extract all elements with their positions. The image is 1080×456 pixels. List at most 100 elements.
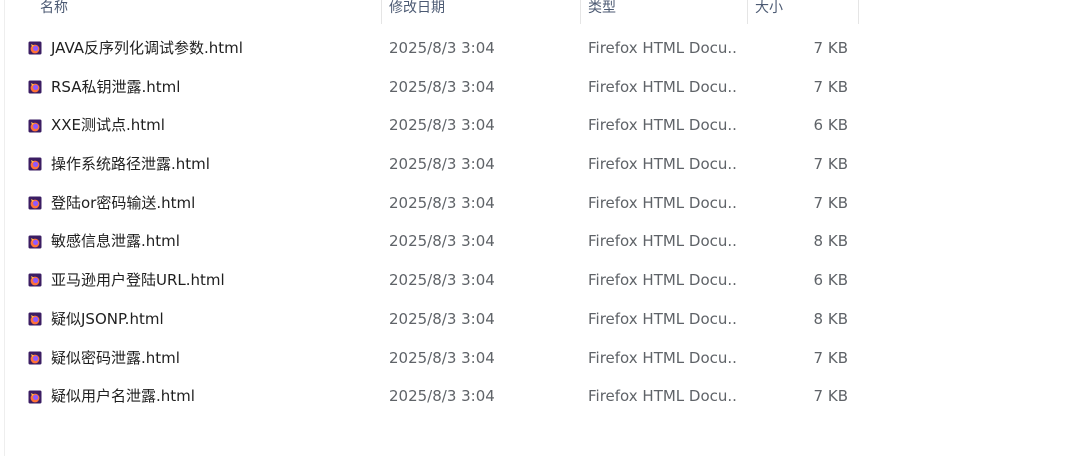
file-size-label: 7 KB (813, 193, 848, 212)
file-type-cell: Firefox HTML Docu... (588, 339, 738, 378)
file-name-cell: 疑似密码泄露.html (28, 339, 368, 378)
file-date-cell: 2025/8/3 3:04 (389, 300, 569, 339)
file-date-cell: 2025/8/3 3:04 (389, 184, 569, 223)
file-name-label: 疑似用户名泄露.html (51, 387, 195, 406)
file-date-label: 2025/8/3 3:04 (389, 193, 495, 212)
file-row[interactable]: 疑似JSONP.html 2025/8/3 3:04 Firefox HTML … (0, 300, 860, 339)
column-header-date-label: 修改日期 (389, 0, 445, 16)
file-date-label: 2025/8/3 3:04 (389, 387, 495, 406)
file-size-cell: 7 KB (760, 68, 848, 107)
file-date-cell: 2025/8/3 3:04 (389, 339, 569, 378)
file-type-label: Firefox HTML Docu... (588, 348, 738, 367)
file-name-cell: RSA私钥泄露.html (28, 68, 368, 107)
file-size-label: 8 KB (813, 232, 848, 251)
file-type-label: Firefox HTML Docu... (588, 155, 738, 174)
firefox-html-file-icon (28, 235, 42, 249)
column-header-name-label: 名称 (40, 0, 68, 16)
firefox-html-file-icon (28, 196, 42, 210)
file-size-cell: 7 KB (760, 377, 848, 416)
file-name-label: 敏感信息泄露.html (51, 232, 180, 251)
file-date-label: 2025/8/3 3:04 (389, 271, 495, 290)
file-name-cell: 疑似用户名泄露.html (28, 377, 368, 416)
file-name-cell: JAVA反序列化调试参数.html (28, 29, 368, 68)
file-name-cell: XXE测试点.html (28, 106, 368, 145)
file-size-cell: 8 KB (760, 300, 848, 339)
file-size-label: 7 KB (813, 348, 848, 367)
column-header-row: 名称 修改日期 类型 大小 (0, 0, 860, 24)
file-date-label: 2025/8/3 3:04 (389, 39, 495, 57)
file-size-label: 7 KB (813, 387, 848, 406)
file-type-cell: Firefox HTML Docu... (588, 377, 738, 416)
file-size-cell: 7 KB (760, 145, 848, 184)
column-header-type[interactable]: 类型 (580, 0, 748, 24)
file-size-label: 7 KB (813, 77, 848, 96)
firefox-html-file-icon (28, 273, 42, 287)
file-type-label: Firefox HTML Docu... (588, 116, 738, 135)
file-name-label: JAVA反序列化调试参数.html (51, 39, 243, 57)
column-header-name[interactable]: 名称 (32, 0, 382, 24)
file-name-label: 亚马逊用户登陆URL.html (51, 271, 225, 290)
column-header-size[interactable]: 大小 (747, 0, 859, 24)
column-resize-handle[interactable] (858, 0, 859, 24)
file-date-cell: 2025/8/3 3:04 (389, 377, 569, 416)
file-size-cell: 6 KB (760, 261, 848, 300)
file-size-label: 8 KB (813, 309, 848, 328)
file-type-label: Firefox HTML Docu... (588, 39, 738, 57)
file-size-cell: 8 KB (760, 222, 848, 261)
file-name-label: 登陆or密码输送.html (51, 193, 196, 212)
file-name-label: RSA私钥泄露.html (51, 77, 181, 96)
file-type-label: Firefox HTML Docu... (588, 309, 738, 328)
file-explorer-details-view: 名称 修改日期 类型 大小 JAVA反序列化调试参数.html 2025/8/3… (0, 0, 1080, 456)
file-date-cell: 2025/8/3 3:04 (389, 29, 569, 68)
file-name-label: 操作系统路径泄露.html (51, 155, 210, 174)
file-size-cell: 6 KB (760, 106, 848, 145)
file-date-label: 2025/8/3 3:04 (389, 155, 495, 174)
firefox-html-file-icon (28, 41, 42, 55)
file-type-label: Firefox HTML Docu... (588, 77, 738, 96)
file-row[interactable]: 疑似用户名泄露.html 2025/8/3 3:04 Firefox HTML … (0, 377, 860, 416)
firefox-html-file-icon (28, 119, 42, 133)
column-header-type-label: 类型 (588, 0, 616, 16)
file-date-cell: 2025/8/3 3:04 (389, 222, 569, 261)
file-type-cell: Firefox HTML Docu... (588, 261, 738, 300)
file-type-label: Firefox HTML Docu... (588, 387, 738, 406)
file-type-cell: Firefox HTML Docu... (588, 29, 738, 68)
file-name-cell: 疑似JSONP.html (28, 300, 368, 339)
file-date-label: 2025/8/3 3:04 (389, 116, 495, 135)
file-type-cell: Firefox HTML Docu... (588, 106, 738, 145)
file-row[interactable]: RSA私钥泄露.html 2025/8/3 3:04 Firefox HTML … (0, 68, 860, 107)
file-row[interactable]: JAVA反序列化调试参数.html 2025/8/3 3:04 Firefox … (0, 29, 860, 68)
file-size-label: 6 KB (813, 116, 848, 135)
column-header-date[interactable]: 修改日期 (381, 0, 581, 24)
firefox-html-file-icon (28, 351, 42, 365)
firefox-html-file-icon (28, 157, 42, 171)
file-list: JAVA反序列化调试参数.html 2025/8/3 3:04 Firefox … (0, 29, 860, 416)
firefox-html-file-icon (28, 80, 42, 94)
file-name-cell: 操作系统路径泄露.html (28, 145, 368, 184)
file-type-cell: Firefox HTML Docu... (588, 184, 738, 223)
file-name-label: 疑似JSONP.html (51, 309, 164, 328)
file-row[interactable]: 操作系统路径泄露.html 2025/8/3 3:04 Firefox HTML… (0, 145, 860, 184)
file-size-label: 7 KB (813, 155, 848, 174)
file-date-label: 2025/8/3 3:04 (389, 348, 495, 367)
file-date-label: 2025/8/3 3:04 (389, 77, 495, 96)
file-row[interactable]: XXE测试点.html 2025/8/3 3:04 Firefox HTML D… (0, 106, 860, 145)
file-size-cell: 7 KB (760, 184, 848, 223)
file-date-label: 2025/8/3 3:04 (389, 309, 495, 328)
file-size-label: 6 KB (813, 271, 848, 290)
file-name-label: 疑似密码泄露.html (51, 348, 180, 367)
file-size-cell: 7 KB (760, 339, 848, 378)
file-type-label: Firefox HTML Docu... (588, 193, 738, 212)
file-row[interactable]: 疑似密码泄露.html 2025/8/3 3:04 Firefox HTML D… (0, 339, 860, 378)
file-size-cell: 7 KB (760, 29, 848, 68)
file-date-cell: 2025/8/3 3:04 (389, 106, 569, 145)
file-date-cell: 2025/8/3 3:04 (389, 261, 569, 300)
file-row[interactable]: 敏感信息泄露.html 2025/8/3 3:04 Firefox HTML D… (0, 222, 860, 261)
file-date-label: 2025/8/3 3:04 (389, 232, 495, 251)
file-row[interactable]: 登陆or密码输送.html 2025/8/3 3:04 Firefox HTML… (0, 184, 860, 223)
file-name-cell: 敏感信息泄露.html (28, 222, 368, 261)
file-type-cell: Firefox HTML Docu... (588, 68, 738, 107)
firefox-html-file-icon (28, 312, 42, 326)
file-type-label: Firefox HTML Docu... (588, 232, 738, 251)
file-row[interactable]: 亚马逊用户登陆URL.html 2025/8/3 3:04 Firefox HT… (0, 261, 860, 300)
